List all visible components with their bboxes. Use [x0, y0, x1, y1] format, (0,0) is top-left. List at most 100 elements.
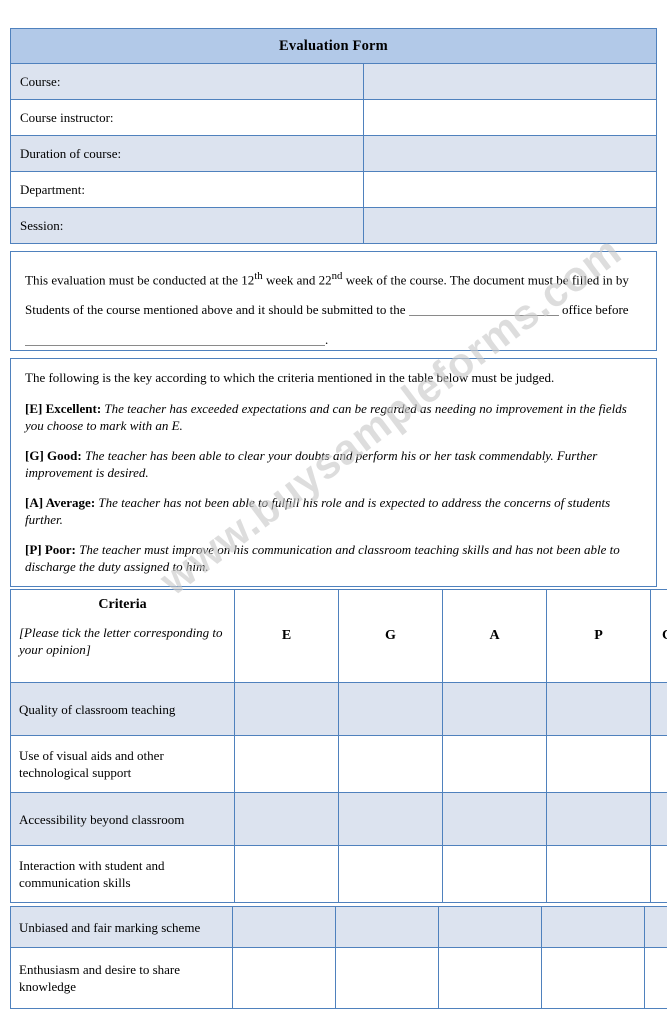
- course-info-table: Course: Course instructor: Duration of c…: [10, 63, 657, 244]
- table-row: Unbiased and fair marking scheme: [10, 906, 667, 948]
- column-header-g: G: [338, 589, 443, 683]
- rating-cell-p[interactable]: [546, 845, 651, 903]
- comments-cell[interactable]: [650, 845, 667, 903]
- table-row: Enthusiasm and desire to share knowledge: [10, 947, 667, 1009]
- rating-cell-g[interactable]: [338, 845, 443, 903]
- notice-ordinal-22nd: nd: [331, 270, 343, 282]
- rating-cell-p[interactable]: [541, 906, 645, 948]
- key-label-good: [G] Good:: [25, 448, 82, 463]
- rating-cell-p[interactable]: [546, 735, 651, 793]
- comments-cell[interactable]: [644, 947, 667, 1009]
- rating-cell-g[interactable]: [335, 947, 439, 1009]
- field-input-session[interactable]: [363, 207, 657, 244]
- key-description-good: The teacher has been able to clear your …: [25, 448, 598, 480]
- notice-line1-part-c: week of the course. The document must be…: [342, 272, 629, 288]
- rating-cell-p[interactable]: [546, 682, 651, 736]
- key-item-excellent: [E] Excellent: The teacher has exceeded …: [25, 400, 642, 434]
- course-info-section: Course: Course instructor: Duration of c…: [10, 63, 657, 244]
- key-label-excellent: [E] Excellent:: [25, 401, 102, 416]
- notice-line-1: This evaluation must be conducted at the…: [25, 261, 642, 295]
- table-row: Session:: [10, 207, 657, 244]
- key-description-poor: The teacher must improve on his communic…: [25, 542, 620, 574]
- rating-cell-a[interactable]: [442, 735, 547, 793]
- notice-line-3: .: [25, 325, 642, 355]
- criterion-label-unbiased-and-fair-marking-scheme: Unbiased and fair marking scheme: [10, 906, 233, 948]
- notice-line1-part-a: This evaluation must be conducted at the…: [25, 272, 255, 288]
- notice-ordinal-12th: th: [254, 270, 263, 282]
- key-description-excellent: The teacher has exceeded expectations an…: [25, 401, 627, 433]
- notice-line-2: Students of the course mentioned above a…: [25, 295, 642, 325]
- field-input-course[interactable]: [363, 63, 657, 100]
- criterion-label-interaction-with-student: Interaction with student and communicati…: [10, 845, 235, 903]
- comments-cell[interactable]: [650, 792, 667, 846]
- notice-section: This evaluation must be conducted at the…: [10, 251, 657, 351]
- table-row: Department:: [10, 171, 657, 208]
- rating-cell-e[interactable]: [232, 906, 336, 948]
- date-blank-field[interactable]: [25, 332, 325, 347]
- table-row: Use of visual aids and other technologic…: [10, 735, 667, 793]
- comments-cell[interactable]: [650, 735, 667, 793]
- table-header-row: Criteria [Please tick the letter corresp…: [10, 589, 667, 683]
- rating-cell-g[interactable]: [338, 792, 443, 846]
- table-row: Interaction with student and communicati…: [10, 845, 667, 903]
- rating-cell-p[interactable]: [541, 947, 645, 1009]
- comments-cell[interactable]: [650, 682, 667, 736]
- criterion-label-use-of-visual-aids: Use of visual aids and other technologic…: [10, 735, 235, 793]
- criteria-rating-table: Criteria [Please tick the letter corresp…: [10, 589, 667, 903]
- table-row: Accessibility beyond classroom: [10, 792, 667, 846]
- rating-cell-a[interactable]: [438, 906, 542, 948]
- notice-line3-tail: .: [325, 332, 329, 348]
- notice-line2-part-b: office before: [562, 302, 629, 318]
- criteria-header-subtitle: [Please tick the letter corresponding to…: [19, 625, 223, 657]
- field-label-session: Session:: [10, 207, 364, 244]
- field-label-course-instructor: Course instructor:: [10, 99, 364, 136]
- rating-cell-a[interactable]: [442, 682, 547, 736]
- column-header-a: A: [442, 589, 547, 683]
- key-item-good: [G] Good: The teacher has been able to c…: [25, 447, 642, 481]
- rating-cell-p[interactable]: [546, 792, 651, 846]
- key-label-average: [A] Average:: [25, 495, 96, 510]
- key-item-poor: [P] Poor: The teacher must improve on hi…: [25, 541, 642, 575]
- criterion-label-quality-of-classroom-teaching: Quality of classroom teaching: [10, 682, 235, 736]
- key-description-average: The teacher has not been able to fulfill…: [25, 495, 611, 527]
- criterion-label-accessibility-beyond-classroom: Accessibility beyond classroom: [10, 792, 235, 846]
- column-header-comments: Comments: [650, 589, 667, 683]
- key-intro-text: The following is the key according to wh…: [25, 370, 555, 385]
- key-label-poor: [P] Poor:: [25, 542, 76, 557]
- criteria-rating-table-continued: Unbiased and fair marking scheme Enthusi…: [10, 906, 667, 1009]
- table-row: Quality of classroom teaching: [10, 682, 667, 736]
- rating-cell-e[interactable]: [234, 845, 339, 903]
- table-row: Course instructor:: [10, 99, 657, 136]
- criteria-header-title: Criteria: [98, 597, 147, 612]
- rating-cell-g[interactable]: [338, 682, 443, 736]
- rating-cell-e[interactable]: [232, 947, 336, 1009]
- rating-cell-a[interactable]: [438, 947, 542, 1009]
- field-label-department: Department:: [10, 171, 364, 208]
- field-input-course-instructor[interactable]: [363, 99, 657, 136]
- form-title-bar: Evaluation Form: [10, 28, 657, 64]
- rating-cell-g[interactable]: [335, 906, 439, 948]
- comments-cell[interactable]: [644, 906, 667, 948]
- field-input-department[interactable]: [363, 171, 657, 208]
- page-title: Evaluation Form: [279, 37, 388, 54]
- grading-key-section: The following is the key according to wh…: [10, 358, 657, 587]
- notice-line2-part-a: Students of the course mentioned above a…: [25, 302, 406, 318]
- column-header-criteria: Criteria [Please tick the letter corresp…: [10, 589, 235, 683]
- rating-cell-a[interactable]: [442, 792, 547, 846]
- rating-cell-a[interactable]: [442, 845, 547, 903]
- notice-line1-part-b: week and 22: [262, 272, 332, 288]
- rating-cell-g[interactable]: [338, 735, 443, 793]
- criterion-label-enthusiasm-and-desire-to-share-knowledge: Enthusiasm and desire to share knowledge: [10, 947, 233, 1009]
- key-item-average: [A] Average: The teacher has not been ab…: [25, 494, 642, 528]
- office-blank-field[interactable]: [408, 302, 559, 317]
- field-input-duration-of-course[interactable]: [363, 135, 657, 172]
- rating-cell-e[interactable]: [234, 682, 339, 736]
- form-page: www.buysampleforms.com Evaluation Form C…: [0, 0, 667, 1024]
- field-label-duration-of-course: Duration of course:: [10, 135, 364, 172]
- table-row: Duration of course:: [10, 135, 657, 172]
- field-label-course: Course:: [10, 63, 364, 100]
- rating-cell-e[interactable]: [234, 792, 339, 846]
- rating-cell-e[interactable]: [234, 735, 339, 793]
- column-header-e: E: [234, 589, 339, 683]
- table-row: Course:: [10, 63, 657, 100]
